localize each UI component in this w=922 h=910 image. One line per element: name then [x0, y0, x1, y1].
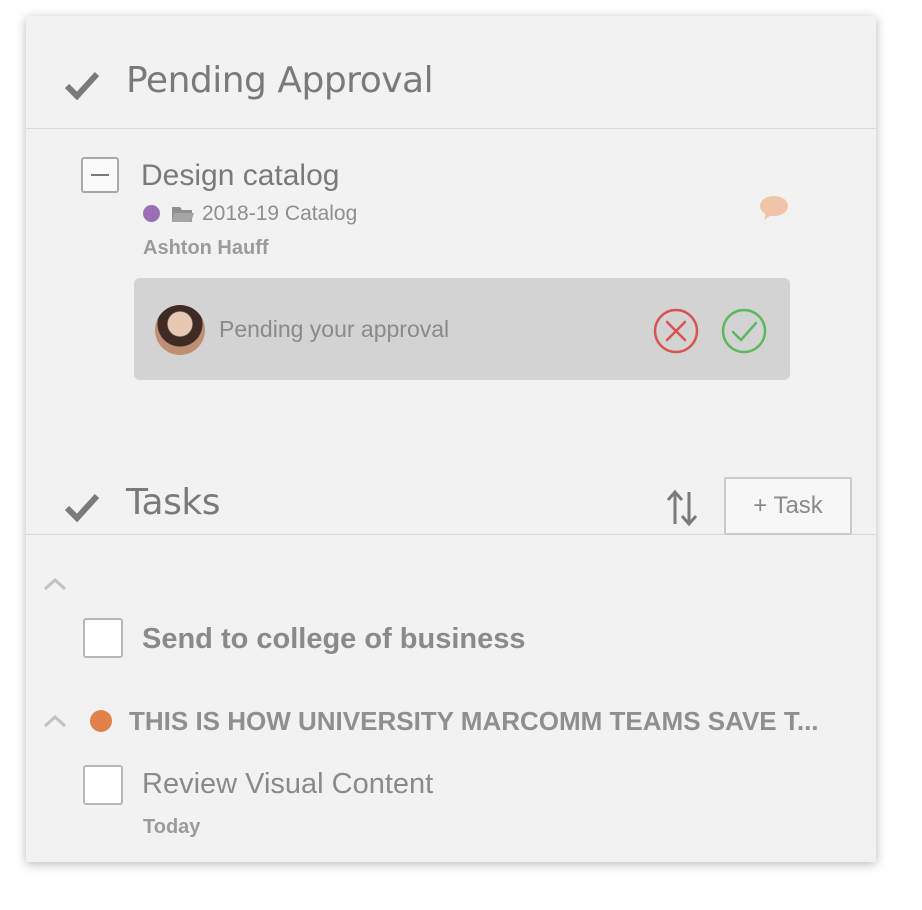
task-panel: Pending Approval Design catalog 2018-19 … — [26, 16, 876, 862]
task-group-title[interactable]: THIS IS HOW UNIVERSITY MARCOMM TEAMS SAV… — [129, 706, 874, 737]
project-name-link[interactable]: 2018-19 Catalog — [202, 202, 357, 226]
folder-icon — [171, 204, 195, 224]
project-color-dot — [143, 205, 160, 222]
collapse-toggle-button[interactable] — [81, 157, 119, 193]
tasks-title: Tasks — [126, 482, 220, 523]
sort-icon[interactable] — [664, 488, 700, 528]
reject-button[interactable] — [651, 306, 701, 356]
comment-bubble-icon[interactable] — [759, 195, 789, 221]
task-checkbox[interactable] — [83, 765, 123, 805]
checkmark-icon — [64, 492, 100, 522]
pending-approval-title: Pending Approval — [126, 60, 434, 101]
task-label[interactable]: Send to college of business — [142, 623, 526, 656]
approval-status-text: Pending your approval — [219, 316, 450, 342]
group-color-dot — [90, 710, 112, 732]
task-label[interactable]: Review Visual Content — [142, 768, 433, 801]
tasks-header: Tasks + Task — [26, 434, 876, 535]
task-checkbox[interactable] — [83, 618, 123, 658]
approve-button[interactable] — [719, 306, 769, 356]
collapse-group-icon[interactable] — [42, 713, 68, 729]
approval-task-title[interactable]: Design catalog — [141, 159, 339, 193]
collapse-group-icon[interactable] — [42, 576, 68, 592]
approval-request-bar: Pending your approval — [134, 278, 790, 380]
assignee-name: Ashton Hauff — [143, 237, 269, 259]
due-date-label: Today — [143, 816, 201, 838]
add-task-button[interactable]: + Task — [724, 477, 852, 535]
avatar — [155, 305, 205, 355]
pending-approval-header: Pending Approval — [26, 16, 876, 129]
checkmark-icon — [64, 70, 100, 100]
